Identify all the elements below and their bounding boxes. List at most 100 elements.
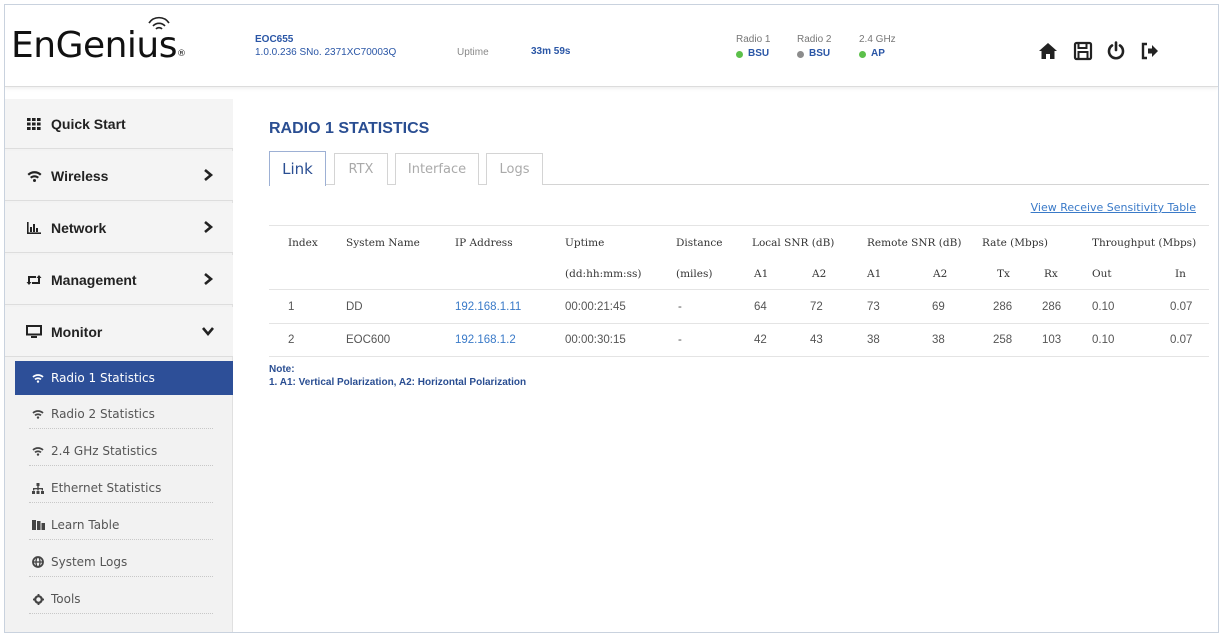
- column-header: System Name: [346, 236, 420, 249]
- cell-rate-tx: 258: [993, 334, 1013, 346]
- submenu-radio1-statistics[interactable]: Radio 1 Statistics: [15, 361, 233, 395]
- tab-link[interactable]: Link: [269, 151, 326, 186]
- tab-rtx[interactable]: RTX: [334, 153, 388, 185]
- table-header-row: Index System Name IP Address Uptime Dist…: [269, 225, 1209, 259]
- cell-distance: -: [678, 334, 682, 346]
- cell-system-name: DD: [346, 300, 363, 313]
- home-icon[interactable]: [1038, 41, 1058, 61]
- cell-ip-address[interactable]: 192.168.1.11: [455, 290, 521, 323]
- cell-index: 2: [288, 334, 295, 346]
- column-subheader: A2: [933, 268, 948, 280]
- submenu-radio2-statistics[interactable]: Radio 2 Statistics: [15, 397, 233, 431]
- polarization-note: Note: 1. A1: Vertical Polarization, A2: …: [269, 363, 526, 389]
- cell-rate-tx: 286: [993, 300, 1013, 313]
- bar-chart-icon: [25, 221, 43, 234]
- sidebar: Quick Start Wireless Network Management: [5, 99, 233, 632]
- menu-management[interactable]: Management: [5, 255, 233, 305]
- retweet-icon: [25, 274, 43, 286]
- tab-logs[interactable]: Logs: [486, 153, 543, 185]
- wifi-icon: [31, 373, 45, 383]
- tab-bar: Link RTX Interface Logs: [269, 151, 1209, 186]
- top-header: EnGenius® EOC655 1.0.0.236 SNo. 2371XC70…: [5, 5, 1218, 87]
- cell-ip-address[interactable]: 192.168.1.2: [455, 324, 516, 356]
- monitor-icon: [25, 325, 43, 338]
- status-dot: [736, 50, 743, 58]
- cell-remote-a1: 73: [867, 300, 880, 313]
- chevron-right-icon: [204, 169, 214, 181]
- column-header: Throughput (Mbps): [1092, 236, 1197, 249]
- column-subheader: (dd:hh:mm:ss): [565, 268, 642, 280]
- table-row: 2 EOC600 192.168.1.2 00:00:30:15 - 42 43…: [269, 323, 1209, 357]
- view-receive-sensitivity-link[interactable]: View Receive Sensitivity Table: [1031, 201, 1196, 214]
- radio24-status: 2.4 GHz AP: [859, 34, 896, 59]
- cell-local-a2: 72: [810, 300, 823, 313]
- status-dot: [797, 50, 804, 58]
- page-title: RADIO 1 STATISTICS: [269, 120, 430, 137]
- app-frame: EnGenius® EOC655 1.0.0.236 SNo. 2371XC70…: [4, 4, 1219, 633]
- gear-icon: [31, 593, 45, 605]
- uptime-label: Uptime: [457, 47, 489, 58]
- column-header: IP Address: [455, 236, 513, 249]
- column-header: Distance: [676, 236, 723, 249]
- logout-icon[interactable]: [1140, 41, 1160, 61]
- main-content: RADIO 1 STATISTICS Link RTX Interface Lo…: [255, 99, 1218, 632]
- chevron-down-icon: [202, 327, 214, 337]
- status-dot: [859, 50, 866, 58]
- menu-quick-start[interactable]: Quick Start: [5, 99, 233, 149]
- device-firmware: 1.0.0.236 SNo. 2371XC70003Q: [255, 47, 397, 58]
- table-subheader-row: (dd:hh:mm:ss) (miles) A1 A2 A1 A2 Tx Rx …: [269, 259, 1209, 289]
- column-subheader: Tx: [997, 268, 1010, 280]
- cell-local-a1: 42: [754, 334, 767, 346]
- submenu-24ghz-statistics[interactable]: 2.4 GHz Statistics: [15, 434, 233, 468]
- column-subheader: Out: [1092, 268, 1112, 280]
- chevron-right-icon: [204, 221, 214, 233]
- column-subheader: (miles): [676, 268, 713, 280]
- submenu-ethernet-statistics[interactable]: Ethernet Statistics: [15, 471, 233, 505]
- radio2-status: Radio 2 BSU: [797, 34, 832, 59]
- cell-throughput-in: 0.07: [1170, 334, 1193, 346]
- radio1-status: Radio 1 BSU: [736, 34, 771, 59]
- table-row: 1 DD 192.168.1.11 00:00:21:45 - 64 72 73…: [269, 289, 1209, 323]
- cell-uptime: 00:00:30:15: [565, 334, 626, 346]
- column-subheader: A1: [754, 268, 769, 280]
- cell-remote-a2: 69: [932, 300, 945, 313]
- cell-uptime: 00:00:21:45: [565, 300, 626, 313]
- cell-remote-a2: 38: [932, 334, 945, 346]
- cell-throughput-in: 0.07: [1170, 300, 1193, 313]
- submenu-learn-table[interactable]: Learn Table: [15, 508, 233, 542]
- column-subheader: A1: [867, 268, 882, 280]
- submenu-tools[interactable]: Tools: [15, 582, 233, 616]
- cell-rate-rx: 103: [1042, 334, 1062, 346]
- menu-wireless[interactable]: Wireless: [5, 151, 233, 201]
- column-subheader: Rx: [1044, 268, 1058, 280]
- note-title: Note:: [269, 364, 295, 375]
- column-subheader: A2: [812, 268, 827, 280]
- device-model: EOC655: [255, 34, 294, 45]
- column-header: Rate (Mbps): [982, 236, 1048, 249]
- cell-local-a1: 64: [754, 300, 767, 313]
- grid-icon: [25, 117, 43, 130]
- cell-remote-a1: 38: [867, 334, 880, 346]
- device-info: EOC655 1.0.0.236 SNo. 2371XC70003Q: [255, 33, 396, 59]
- wifi-icon: [31, 446, 45, 456]
- sitemap-icon: [31, 482, 45, 494]
- wifi-icon: [31, 409, 45, 419]
- power-icon[interactable]: [1106, 41, 1126, 61]
- cell-system-name: EOC600: [346, 334, 391, 346]
- globe-icon: [31, 556, 45, 568]
- column-header: Uptime: [565, 236, 605, 249]
- cell-index: 1: [288, 300, 295, 313]
- cell-rate-rx: 286: [1042, 300, 1062, 313]
- tab-interface[interactable]: Interface: [395, 153, 479, 185]
- cell-throughput-out: 0.10: [1092, 334, 1115, 346]
- cell-local-a2: 43: [810, 334, 823, 346]
- menu-network[interactable]: Network: [5, 203, 233, 253]
- wifi-logo-icon: [148, 16, 170, 30]
- save-icon[interactable]: [1073, 41, 1093, 61]
- column-header: Local SNR (dB): [752, 236, 835, 249]
- menu-monitor[interactable]: Monitor: [5, 307, 233, 357]
- wifi-icon: [25, 170, 43, 182]
- submenu-system-logs[interactable]: System Logs: [15, 545, 233, 579]
- note-line: 1. A1: Vertical Polarization, A2: Horizo…: [269, 377, 527, 388]
- cell-throughput-out: 0.10: [1092, 300, 1115, 313]
